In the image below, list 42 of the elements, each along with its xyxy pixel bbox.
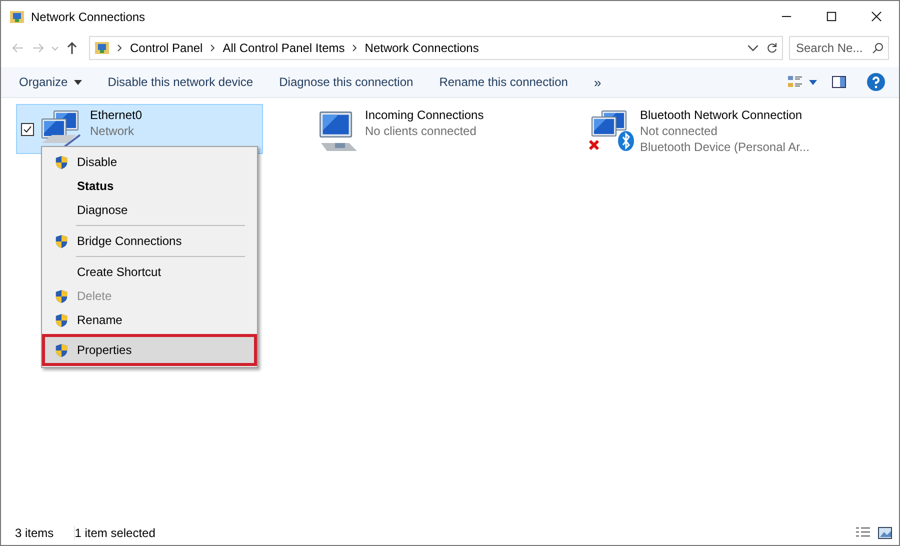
caret-icon[interactable] (809, 80, 817, 84)
connection-status: No clients connected (365, 123, 478, 139)
connection-item[interactable]: Incoming Connections No clients connected (291, 104, 538, 154)
breadcrumb[interactable]: Network Connections (364, 41, 479, 55)
connection-name: Ethernet0 (90, 107, 142, 123)
menu-item[interactable]: Status (44, 174, 255, 198)
address-bar[interactable]: Control Panel All Control Panel Items Network Connections (89, 36, 783, 60)
connection-item[interactable]: Bluetooth Network Connection Not connected Bluetooth Device (Personal Ar... (566, 104, 813, 154)
preview-pane-icon[interactable] (831, 74, 847, 90)
menu-item[interactable]: Diagnose (44, 198, 255, 222)
chevron-icon (352, 44, 358, 52)
connection-status: Network (90, 123, 136, 139)
connection-name: Incoming Connections (365, 107, 484, 123)
toolbar-button[interactable]: Organize (9, 71, 92, 93)
toolbar-button[interactable]: Rename this connection (429, 71, 578, 93)
window-title: Network Connections (31, 10, 146, 24)
chevron-icon (210, 44, 216, 52)
network-folder-icon (94, 40, 110, 56)
menu-item[interactable]: Rename (44, 308, 255, 332)
up-arrow-icon[interactable] (65, 41, 79, 55)
view-options-icon[interactable] (787, 74, 803, 90)
refresh-icon[interactable] (766, 42, 778, 54)
device-name: Bluetooth Device (Personal Ar... (640, 139, 810, 155)
menu-item[interactable]: Bridge Connections (44, 229, 255, 253)
help-icon[interactable] (867, 73, 885, 91)
network-folder-icon (9, 8, 25, 24)
toolbar-button[interactable]: Disable this network device (98, 71, 264, 93)
large-icons-view-icon[interactable] (877, 526, 893, 540)
connection-status: Not connected (640, 123, 718, 139)
search-field[interactable]: Search Ne... (789, 36, 889, 60)
chevron-icon (117, 44, 123, 52)
search-icon (872, 42, 884, 54)
breadcrumb[interactable]: Control Panel (130, 41, 203, 55)
checkbox[interactable] (21, 122, 34, 136)
menu-item[interactable]: Properties (44, 336, 255, 364)
breadcrumb[interactable]: All Control Panel Items (222, 41, 345, 55)
menu-item[interactable]: Create Shortcut (44, 260, 255, 284)
item-count: 3 items (15, 526, 54, 540)
selection-count: 1 item selected (74, 526, 156, 540)
toolbar-button[interactable]: Diagnose this connection (269, 71, 424, 93)
connection-name: Bluetooth Network Connection (640, 107, 804, 123)
more-button[interactable]: » (584, 70, 612, 94)
